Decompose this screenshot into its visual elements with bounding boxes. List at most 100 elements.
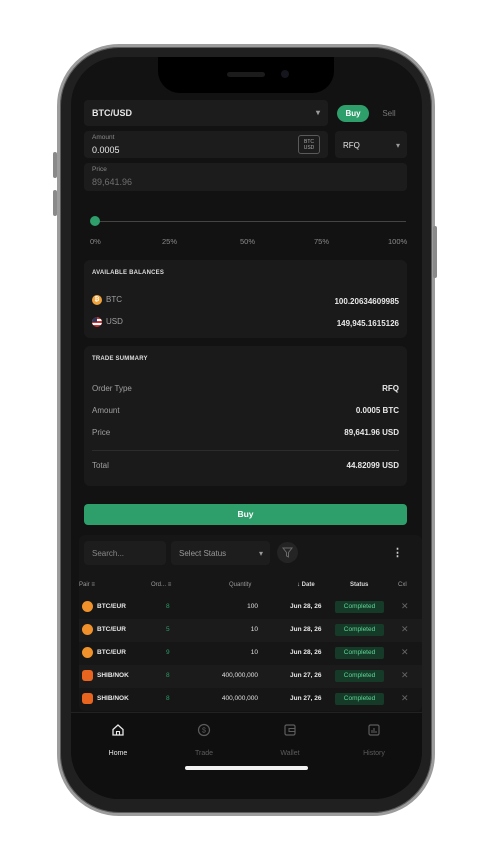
- row-quantity: 100: [247, 603, 258, 610]
- shiba-inu-icon: [82, 670, 93, 681]
- status-badge: Completed: [335, 670, 384, 682]
- us-flag-icon: [92, 317, 102, 327]
- trade-summary-title: TRADE SUMMARY: [92, 356, 148, 362]
- price-field[interactable]: Price 89,641.96: [84, 163, 407, 191]
- slider-tick-label: 50%: [240, 237, 256, 246]
- svg-text:$: $: [202, 728, 206, 735]
- summary-total-value: 44.82099 USD: [346, 461, 399, 470]
- summary-total-label: Total: [92, 461, 109, 470]
- balance-currency: USD: [92, 317, 123, 327]
- slider-tick-label: 0%: [90, 237, 101, 246]
- price-label: Price: [92, 166, 107, 173]
- wallet-icon: [284, 724, 296, 736]
- amount-slider-handle[interactable]: [90, 216, 100, 226]
- order-type-select[interactable]: RFQ ▾: [335, 131, 407, 158]
- status-filter-select[interactable]: Select Status ▾: [171, 541, 270, 565]
- summary-price-value: 89,641.96 USD: [344, 428, 399, 437]
- bitcoin-icon: [82, 601, 93, 612]
- table-row[interactable]: BTC/EUR 5 10 Jun 28, 26 Completed ✕: [79, 619, 422, 642]
- tab-wallet[interactable]: Wallet: [260, 723, 320, 760]
- balances-card: AVAILABLE BALANCES ₿ BTC 100.20634609985 …: [84, 260, 407, 338]
- table-row[interactable]: SHIB/NOK 8 400,000,000 Jun 27, 26 Comple…: [79, 688, 422, 711]
- sell-toggle-button[interactable]: Sell: [373, 105, 405, 122]
- row-pair: BTC/EUR: [97, 603, 126, 610]
- cancel-order-icon[interactable]: ✕: [401, 647, 409, 658]
- search-input[interactable]: [84, 541, 166, 565]
- status-badge: Completed: [335, 647, 384, 659]
- chevron-down-icon: ▾: [395, 141, 400, 150]
- row-quantity: 10: [250, 626, 258, 633]
- tab-history[interactable]: History: [344, 723, 404, 760]
- cancel-order-icon[interactable]: ✕: [401, 624, 409, 635]
- row-date: Jun 28, 26: [290, 649, 322, 656]
- status-filter-value: Select Status: [179, 549, 227, 558]
- column-header-order[interactable]: Ord... ≡: [151, 582, 171, 588]
- summary-amount-label: Amount: [92, 406, 120, 415]
- unit-bottom-label: USD: [303, 145, 315, 151]
- row-date: Jun 28, 26: [290, 603, 322, 610]
- price-value: 89,641.96: [92, 177, 133, 187]
- more-options-icon[interactable]: ⋮: [392, 546, 403, 559]
- balance-currency: ₿ BTC: [92, 295, 122, 305]
- amount-field[interactable]: Amount 0.0005 BTC USD: [84, 131, 328, 158]
- tab-home-label: Home: [108, 750, 128, 757]
- balances-title: AVAILABLE BALANCES: [92, 270, 165, 276]
- tab-home[interactable]: Home: [88, 723, 148, 760]
- home-indicator: [185, 766, 308, 770]
- tab-trade[interactable]: $ Trade: [174, 723, 234, 760]
- cancel-order-icon[interactable]: ✕: [401, 693, 409, 704]
- column-header-date[interactable]: ↓ Date: [297, 582, 315, 588]
- volume-down-button: [53, 190, 57, 216]
- status-badge: Completed: [335, 601, 384, 613]
- column-sort-icon: ≡: [167, 582, 172, 588]
- summary-order-type-value: RFQ: [382, 384, 399, 393]
- pair-select[interactable]: BTC/USD ▾: [84, 100, 328, 126]
- bitcoin-icon: [82, 647, 93, 658]
- buy-toggle-button[interactable]: Buy: [337, 105, 369, 122]
- tab-history-label: History: [363, 750, 385, 757]
- clear-filter-button[interactable]: [277, 542, 298, 563]
- tab-wallet-label: Wallet: [280, 750, 300, 757]
- balance-amount: 149,945.1615126: [336, 319, 399, 328]
- row-quantity: 400,000,000: [221, 672, 258, 679]
- camera-icon: [281, 70, 289, 78]
- row-pair: BTC/EUR: [97, 649, 126, 656]
- power-button: [433, 226, 437, 278]
- row-quantity: 400,000,000: [221, 695, 258, 702]
- bitcoin-icon: ₿: [92, 295, 102, 305]
- column-header-pair[interactable]: Pair ≡: [79, 582, 95, 588]
- shiba-inu-icon: [82, 693, 93, 704]
- chevron-down-icon: ▾: [258, 549, 263, 558]
- sort-arrow-icon: ↓: [297, 582, 300, 588]
- cancel-order-icon[interactable]: ✕: [401, 670, 409, 681]
- unit-switch-button[interactable]: BTC USD: [298, 135, 320, 154]
- row-order-id: 8: [166, 695, 170, 702]
- balance-amount: 100.20634609985: [334, 297, 399, 306]
- bottom-tab-bar: Home $ Trade Wallet History: [71, 712, 422, 799]
- column-header-quantity[interactable]: Quantity: [229, 582, 251, 588]
- cancel-order-icon[interactable]: ✕: [401, 601, 409, 612]
- home-icon: [112, 724, 124, 736]
- chart-icon: [368, 724, 380, 736]
- amount-value: 0.0005: [92, 145, 120, 155]
- row-pair: SHIB/NOK: [97, 695, 129, 702]
- table-row[interactable]: BTC/EUR 8 100 Jun 28, 26 Completed ✕: [79, 596, 422, 619]
- buy-button[interactable]: Buy: [84, 504, 407, 525]
- pair-select-value: BTC/USD: [92, 108, 132, 118]
- filter-icon: [281, 547, 294, 558]
- table-row[interactable]: SHIB/NOK 8 400,000,000 Jun 27, 26 Comple…: [79, 665, 422, 688]
- amount-slider-track[interactable]: [95, 221, 406, 222]
- column-sort-icon: ≡: [91, 582, 95, 588]
- chevron-down-icon: ▾: [315, 108, 320, 117]
- order-type-value: RFQ: [343, 141, 360, 150]
- summary-amount-value: 0.0005 BTC: [355, 406, 399, 415]
- column-header-cancel[interactable]: Cxl: [398, 582, 407, 588]
- row-order-id: 8: [166, 672, 170, 679]
- status-badge: Completed: [335, 624, 384, 636]
- slider-tick-label: 25%: [162, 237, 178, 246]
- table-row[interactable]: BTC/EUR 9 10 Jun 28, 26 Completed ✕: [79, 642, 422, 665]
- summary-divider: [92, 450, 399, 451]
- slider-tick-label: 75%: [314, 237, 330, 246]
- dollar-circle-icon: $: [197, 723, 211, 737]
- column-header-status[interactable]: Status: [350, 582, 368, 588]
